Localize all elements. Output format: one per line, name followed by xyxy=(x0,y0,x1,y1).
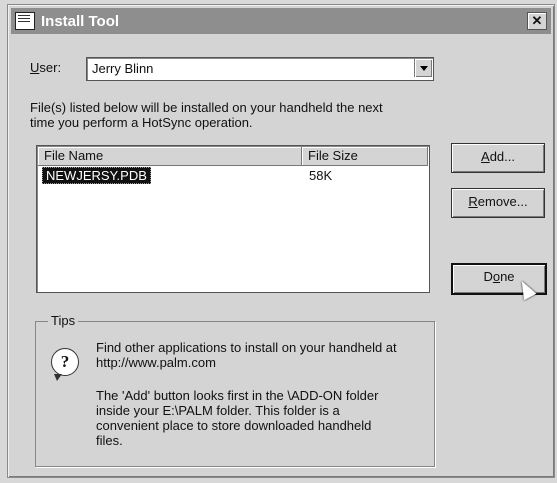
tip-line-4: inside your E:\PALM folder. This folder … xyxy=(96,403,340,418)
add-button[interactable]: Add... xyxy=(451,143,545,173)
window-title: Install Tool xyxy=(41,12,120,30)
close-icon: ✕ xyxy=(531,13,543,28)
file-list-header: File Name File Size xyxy=(38,147,428,166)
remove-label: emove... xyxy=(477,194,528,209)
chevron-down-icon[interactable] xyxy=(414,59,432,77)
user-dropdown[interactable]: Jerry Blinn xyxy=(86,57,434,81)
column-header-file-size[interactable]: File Size xyxy=(302,147,428,165)
user-label-text: ser: xyxy=(39,60,62,75)
tip-paragraph-2: The 'Add' button looks first in the \ADD… xyxy=(96,388,426,448)
palm-desktop-icon xyxy=(15,12,35,30)
tips-label: Tips xyxy=(48,313,79,328)
tip-line-5: convenient place to store downloaded han… xyxy=(96,418,372,433)
title-bar[interactable]: Install Tool ✕ xyxy=(11,8,551,34)
done-label-start: D xyxy=(483,269,493,284)
file-name-cell[interactable]: NEWJERSY.PDB xyxy=(42,167,151,184)
done-label-end: ne xyxy=(500,269,515,284)
file-row[interactable]: NEWJERSY.PDB 58K xyxy=(38,167,428,184)
remove-accelerator: R xyxy=(468,194,478,209)
user-label-accelerator: U xyxy=(30,60,40,75)
done-accelerator: o xyxy=(492,269,501,284)
user-dropdown-value: Jerry Blinn xyxy=(92,61,154,76)
info-line-2: time you perform a HotSync operation. xyxy=(30,115,253,130)
file-list[interactable]: File Name File Size NEWJERSY.PDB 58K xyxy=(36,145,430,293)
tip-line-3: The 'Add' button looks first in the \ADD… xyxy=(96,388,379,403)
install-tool-dialog: Install Tool ✕ User: Jerry Blinn File(s)… xyxy=(7,4,555,478)
info-line-1: File(s) listed below will be installed o… xyxy=(30,100,383,115)
add-accelerator: A xyxy=(481,149,490,164)
tip-paragraph-1: Find other applications to install on yo… xyxy=(96,340,426,370)
file-size-cell: 58K xyxy=(309,168,333,183)
install-info-text: File(s) listed below will be installed o… xyxy=(30,100,430,130)
tips-groupbox: Tips ? Find other applications to instal… xyxy=(35,313,435,467)
remove-button[interactable]: Remove... xyxy=(451,188,545,218)
tip-line-6: files. xyxy=(96,433,123,448)
column-header-file-name[interactable]: File Name xyxy=(38,147,302,165)
tip-line-1: Find other applications to install on yo… xyxy=(96,340,397,355)
user-label: User: xyxy=(30,60,61,75)
add-label: dd... xyxy=(489,149,515,164)
close-button[interactable]: ✕ xyxy=(527,12,547,30)
question-bubble-icon: ? xyxy=(51,348,79,381)
tip-line-2: http://www.palm.com xyxy=(96,355,216,370)
